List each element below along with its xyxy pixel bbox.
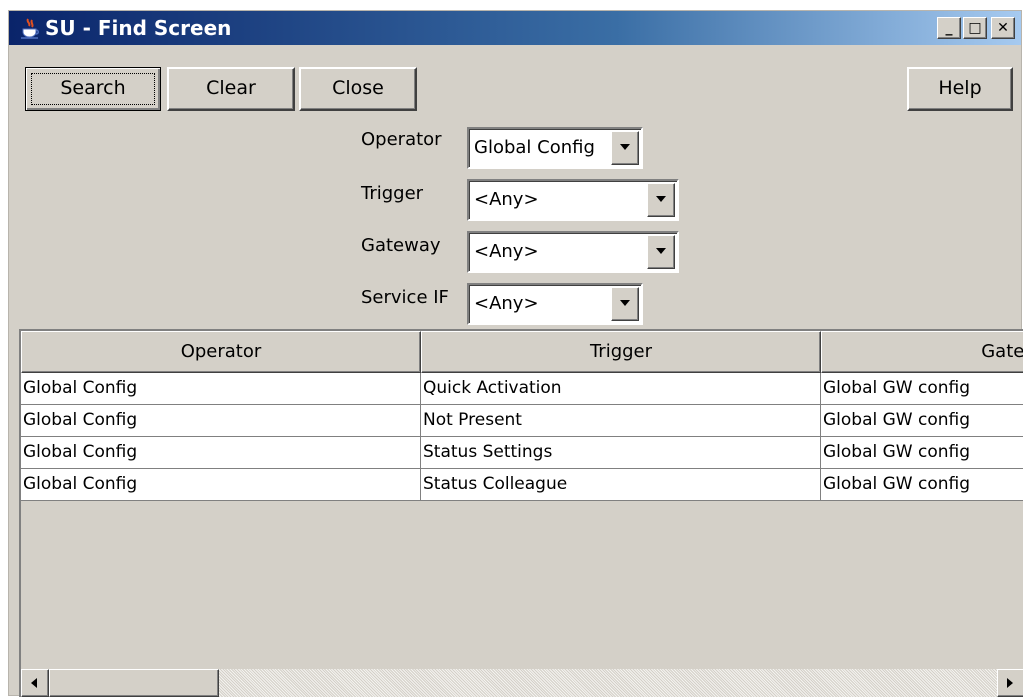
gateway-label: Gateway bbox=[361, 235, 441, 256]
scroll-left-button[interactable] bbox=[21, 669, 49, 697]
operator-label: Operator bbox=[361, 129, 442, 150]
column-header-trigger[interactable]: Trigger bbox=[421, 331, 821, 373]
table-row[interactable]: Global Config Not Present Global GW conf… bbox=[21, 405, 1023, 437]
table-header: Operator Trigger Gateway bbox=[21, 331, 1023, 373]
table-cell: Not Present bbox=[421, 405, 821, 437]
title-bar[interactable]: SU - Find Screen _ □ ✕ bbox=[9, 11, 1021, 45]
help-button-label: Help bbox=[938, 77, 982, 99]
chevron-down-icon bbox=[656, 248, 666, 254]
results-table: Operator Trigger Gateway Global Config Q… bbox=[19, 329, 1023, 697]
trigger-label: Trigger bbox=[361, 183, 424, 204]
operator-select-value: Global Config bbox=[474, 137, 595, 158]
gateway-select-value: <Any> bbox=[474, 241, 539, 262]
service-if-select[interactable]: <Any> bbox=[467, 283, 643, 325]
table-cell: Global GW config bbox=[821, 437, 1023, 469]
find-screen-window: SU - Find Screen _ □ ✕ Search Clear Clos… bbox=[8, 10, 1023, 697]
table-cell: Global Config bbox=[21, 437, 421, 469]
chevron-down-icon bbox=[620, 300, 630, 306]
table-cell: Status Colleague bbox=[421, 469, 821, 501]
minimize-icon: _ bbox=[945, 20, 953, 36]
column-header-operator[interactable]: Operator bbox=[21, 331, 421, 373]
operator-select[interactable]: Global Config bbox=[467, 127, 643, 169]
table-cell: Status Settings bbox=[421, 437, 821, 469]
maximize-button[interactable]: □ bbox=[963, 17, 987, 39]
trigger-dropdown-button[interactable] bbox=[647, 183, 675, 217]
chevron-right-icon bbox=[1007, 678, 1013, 688]
close-button[interactable]: Close bbox=[299, 67, 417, 111]
horizontal-scrollbar[interactable] bbox=[21, 669, 1023, 697]
chevron-down-icon bbox=[620, 144, 630, 150]
table-row[interactable]: Global Config Quick Activation Global GW… bbox=[21, 373, 1023, 405]
table-cell: Global Config bbox=[21, 405, 421, 437]
clear-button[interactable]: Clear bbox=[167, 67, 295, 111]
window-title: SU - Find Screen bbox=[45, 16, 232, 40]
search-button[interactable]: Search bbox=[25, 67, 161, 111]
java-cup-icon bbox=[21, 18, 39, 39]
service-if-dropdown-button[interactable] bbox=[611, 287, 639, 321]
table-cell: Global GW config bbox=[821, 373, 1023, 405]
gateway-select[interactable]: <Any> bbox=[467, 231, 679, 273]
table-row[interactable]: Global Config Status Settings Global GW … bbox=[21, 437, 1023, 469]
table-cell: Quick Activation bbox=[421, 373, 821, 405]
column-header-gateway[interactable]: Gateway bbox=[821, 331, 1023, 373]
operator-dropdown-button[interactable] bbox=[611, 131, 639, 165]
maximize-icon: □ bbox=[968, 20, 982, 36]
close-icon: ✕ bbox=[997, 20, 1009, 36]
scroll-right-button[interactable] bbox=[997, 669, 1023, 697]
table-cell: Global Config bbox=[21, 373, 421, 405]
clear-button-label: Clear bbox=[206, 77, 256, 99]
minimize-button[interactable]: _ bbox=[937, 17, 961, 39]
search-button-label: Search bbox=[31, 73, 155, 105]
gateway-dropdown-button[interactable] bbox=[647, 235, 675, 269]
trigger-select[interactable]: <Any> bbox=[467, 179, 679, 221]
scrollbar-thumb[interactable] bbox=[49, 669, 219, 697]
table-cell: Global Config bbox=[21, 469, 421, 501]
close-button-label: Close bbox=[332, 77, 384, 99]
service-if-label: Service IF bbox=[361, 287, 449, 308]
chevron-left-icon bbox=[31, 678, 37, 688]
table-body: Global Config Quick Activation Global GW… bbox=[21, 373, 1023, 501]
trigger-select-value: <Any> bbox=[474, 189, 539, 210]
chevron-down-icon bbox=[656, 196, 666, 202]
table-cell: Global GW config bbox=[821, 405, 1023, 437]
help-button[interactable]: Help bbox=[907, 67, 1013, 111]
table-cell: Global GW config bbox=[821, 469, 1023, 501]
table-row[interactable]: Global Config Status Colleague Global GW… bbox=[21, 469, 1023, 501]
service-if-select-value: <Any> bbox=[474, 293, 539, 314]
close-window-button[interactable]: ✕ bbox=[991, 17, 1015, 39]
